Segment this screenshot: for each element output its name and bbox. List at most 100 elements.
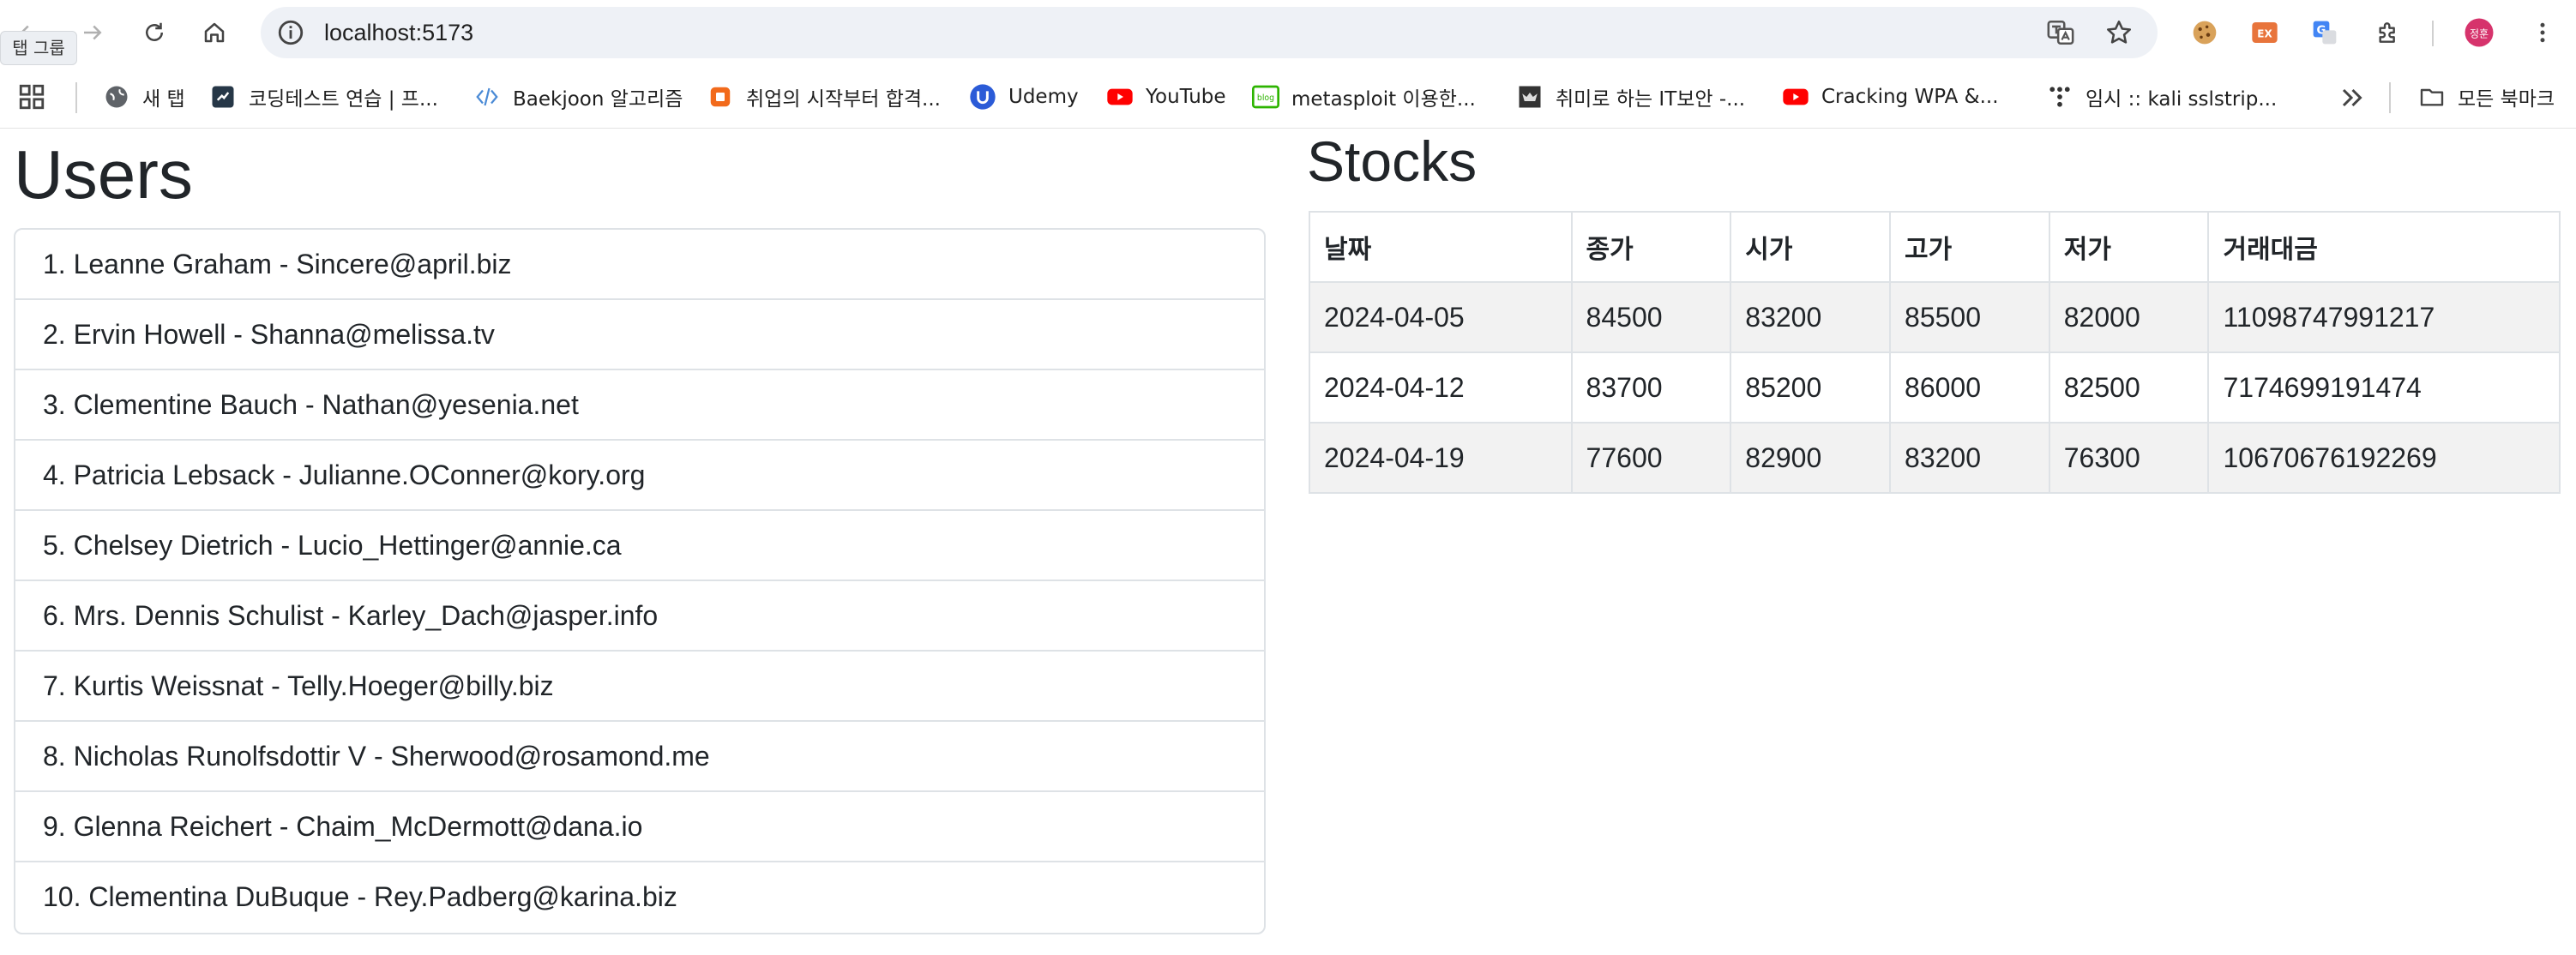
forward-arrow-icon xyxy=(84,25,102,40)
cookie-extension-button[interactable] xyxy=(2188,16,2221,49)
bookmark-programmers[interactable]: 코딩테스트 연습 | 프... xyxy=(209,65,438,129)
address-bar[interactable]: localhost:5173 xyxy=(261,7,2158,58)
dark-site-icon xyxy=(1516,83,1544,111)
puzzle-icon xyxy=(2379,22,2395,43)
kebab-menu-icon xyxy=(2540,22,2545,43)
column-header-close: 종가 xyxy=(1570,211,1732,283)
tistory-icon xyxy=(2046,83,2073,111)
bookmarks-bar: 새 탭 코딩테스트 연습 | 프... Baekjoon 알고리즘 취업의 시작… xyxy=(0,65,2576,129)
user-list-item: 9. Glenna Reichert - Chaim_McDermott@dan… xyxy=(15,792,1264,862)
bookmark-baekjoon[interactable]: Baekjoon 알고리즘 xyxy=(473,65,683,129)
globe-icon xyxy=(103,83,130,111)
user-list-item: 2. Ervin Howell - Shanna@melissa.tv xyxy=(15,300,1264,370)
ex-extension-button[interactable]: EX xyxy=(2248,16,2281,49)
table-cell: 82500 xyxy=(2048,351,2210,423)
bookmark-label: Udemy xyxy=(1008,86,1079,108)
star-icon xyxy=(2106,20,2132,44)
all-bookmarks-folder[interactable]: 모든 북마크 xyxy=(2418,65,2555,129)
table-cell: 83200 xyxy=(1889,422,2050,494)
bookmark-label: 임시 :: kali sslstrip... xyxy=(2085,88,2278,111)
table-row: 2024-04-19 77600 82900 83200 76300 10670… xyxy=(1309,422,2561,494)
google-translate-extension-button[interactable]: G xyxy=(2308,16,2341,49)
bookmarks-divider xyxy=(75,82,77,113)
column-header-date: 날짜 xyxy=(1309,211,1573,283)
translate-icon xyxy=(2047,20,2074,45)
user-list-item: 6. Mrs. Dennis Schulist - Karley_Dach@ja… xyxy=(15,581,1264,652)
bookmark-metasploit[interactable]: blog metasploit 이용한... xyxy=(1252,65,1476,129)
extensions-button[interactable] xyxy=(2372,16,2404,49)
home-icon xyxy=(204,22,225,43)
table-cell: 2024-04-05 xyxy=(1309,281,1573,353)
user-list-item: 5. Chelsey Dietrich - Lucio_Hettinger@an… xyxy=(15,511,1264,581)
bookmark-it-security[interactable]: 취미로 하는 IT보안 -... xyxy=(1516,65,1745,129)
browser-toolbar: 탭 그룹 localhost:5173 EX G 정훈 xyxy=(0,0,2576,65)
user-list-item: 3. Clementine Bauch - Nathan@yesenia.net xyxy=(15,370,1264,441)
bookmark-label: Cracking WPA &... xyxy=(1821,86,1999,108)
bookmark-star-button[interactable] xyxy=(2103,16,2135,49)
home-button[interactable] xyxy=(194,12,235,53)
site-info-icon[interactable] xyxy=(276,18,305,47)
bookmark-label: metasploit 이용한... xyxy=(1291,88,1476,111)
column-header-high: 고가 xyxy=(1889,211,2050,283)
table-cell: 2024-04-19 xyxy=(1309,422,1573,494)
reload-button[interactable] xyxy=(134,12,175,53)
more-bookmarks-chevron-icon[interactable] xyxy=(2334,82,2368,113)
user-list-item: 7. Kurtis Weissnat - Telly.Hoeger@billy.… xyxy=(15,652,1264,722)
user-list-item: 1. Leanne Graham - Sincere@april.biz xyxy=(15,230,1264,300)
bookmark-new-tab[interactable]: 새 탭 xyxy=(103,65,185,129)
all-bookmarks-label: 모든 북마크 xyxy=(2458,88,2555,111)
bookmark-label: Baekjoon 알고리즘 xyxy=(513,88,683,111)
user-list-item: 4. Patricia Lebsack - Julianne.OConner@k… xyxy=(15,441,1264,511)
toolbar-divider xyxy=(2432,21,2434,46)
bookmark-label: 취업의 시작부터 합격... xyxy=(746,88,941,111)
programmers-icon xyxy=(209,83,237,111)
table-cell: 7174699191474 xyxy=(2207,351,2561,423)
url-text[interactable]: localhost:5173 xyxy=(324,7,473,58)
udemy-icon xyxy=(969,83,996,111)
stocks-table: 날짜 종가 시가 고가 저가 거래대금 2024-04-05 84500 832… xyxy=(1309,211,2561,494)
page-content: Users 1. Leanne Graham - Sincere@april.b… xyxy=(0,129,2576,955)
ex-extension-icon: EX xyxy=(2252,22,2278,43)
table-cell: 10670676192269 xyxy=(2207,422,2561,494)
profile-initials: 정훈 xyxy=(2470,27,2489,39)
stocks-heading: Stocks xyxy=(1307,129,1478,193)
column-header-low: 저가 xyxy=(2048,211,2210,283)
code-brackets-icon xyxy=(473,83,501,111)
browser-menu-button[interactable] xyxy=(2526,16,2559,49)
folder-icon xyxy=(2418,83,2446,111)
translate-button[interactable] xyxy=(2044,16,2077,49)
table-cell: 84500 xyxy=(1570,281,1732,353)
bookmark-label: 코딩테스트 연습 | 프... xyxy=(249,88,438,111)
bookmark-label: 새 탭 xyxy=(142,88,185,111)
bookmark-cracking-wpa[interactable]: Cracking WPA &... xyxy=(1782,65,1999,129)
bookmark-label: YouTube xyxy=(1146,86,1226,108)
table-row: 2024-04-12 83700 85200 86000 82500 71746… xyxy=(1309,351,2561,423)
table-cell: 85500 xyxy=(1889,281,2050,353)
table-cell: 11098747991217 xyxy=(2207,281,2561,353)
tab-groups-grid-icon[interactable] xyxy=(17,82,46,111)
column-header-trade-value: 거래대금 xyxy=(2207,211,2561,283)
users-list: 1. Leanne Graham - Sincere@april.biz 2. … xyxy=(14,228,1266,934)
table-cell: 85200 xyxy=(1730,351,1892,423)
user-list-item: 8. Nicholas Runolfsdottir V - Sherwood@r… xyxy=(15,722,1264,792)
table-header-row: 날짜 종가 시가 고가 저가 거래대금 xyxy=(1309,211,2561,283)
svg-text:blog: blog xyxy=(1257,93,1274,103)
cookie-icon xyxy=(2193,21,2217,45)
forward-button[interactable] xyxy=(72,12,113,53)
bookmark-kali-sslstrip[interactable]: 임시 :: kali sslstrip... xyxy=(2046,65,2277,129)
table-cell: 82900 xyxy=(1730,422,1892,494)
ex-extension-label: EX xyxy=(2257,27,2272,39)
profile-avatar-icon: 정훈 xyxy=(2465,18,2494,47)
users-heading: Users xyxy=(14,136,193,213)
table-cell: 77600 xyxy=(1570,422,1732,494)
table-cell: 2024-04-12 xyxy=(1309,351,1573,423)
profile-button[interactable]: 정훈 xyxy=(2463,16,2495,49)
table-cell: 83200 xyxy=(1730,281,1892,353)
table-cell: 82000 xyxy=(2048,281,2210,353)
bookmark-label: 취미로 하는 IT보안 -... xyxy=(1556,88,1746,111)
bookmark-job-start[interactable]: 취업의 시작부터 합격... xyxy=(707,65,941,129)
table-row: 2024-04-05 84500 83200 85500 82000 11098… xyxy=(1309,281,2561,353)
bookmark-youtube[interactable]: YouTube xyxy=(1106,65,1226,129)
orange-square-icon xyxy=(707,83,734,111)
bookmark-udemy[interactable]: Udemy xyxy=(969,65,1079,129)
